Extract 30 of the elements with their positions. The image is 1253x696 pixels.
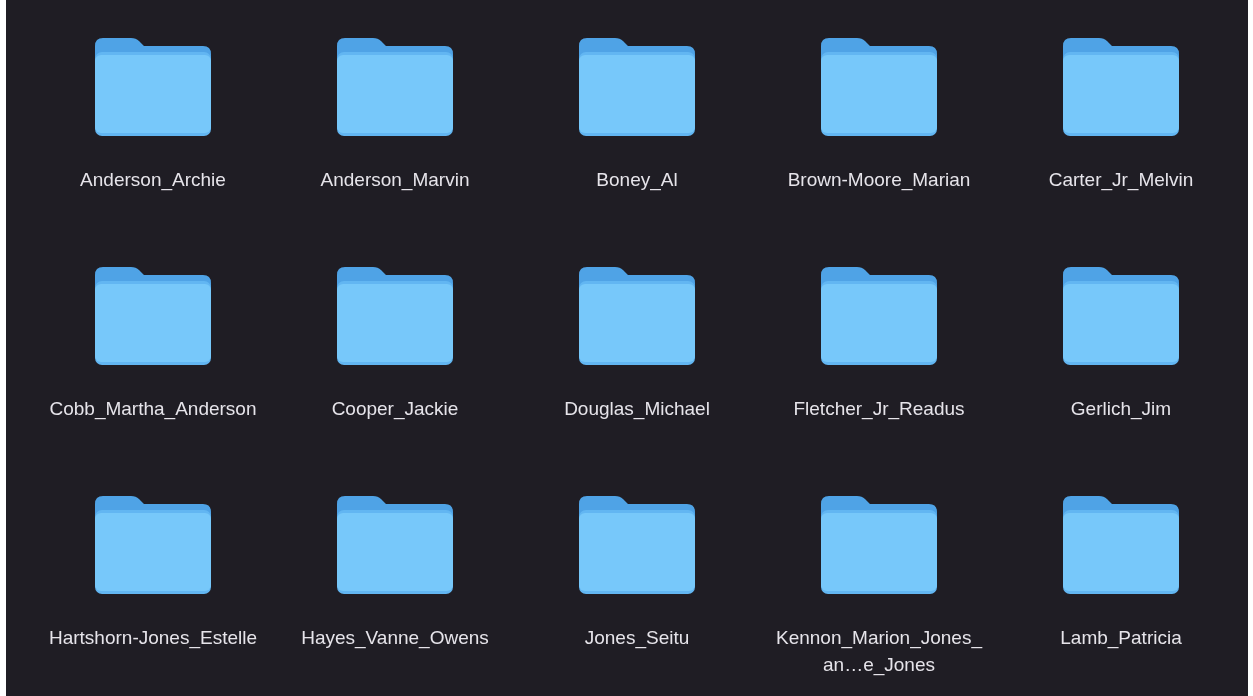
folder-icon[interactable] [579, 267, 695, 365]
folder-icon[interactable] [579, 38, 695, 136]
folder-name[interactable]: Carter_Jr_Melvin [1015, 166, 1227, 193]
folder-name[interactable]: Douglas_Michael [531, 395, 743, 422]
folder-icon[interactable] [95, 38, 211, 136]
folder-icon[interactable] [337, 267, 453, 365]
folder-icon[interactable] [337, 496, 453, 594]
folder-name[interactable]: Anderson_Archie [47, 166, 259, 193]
folder-name[interactable]: Gerlich_Jim [1015, 395, 1227, 422]
folder-name[interactable]: Fletcher_Jr_Readus [773, 395, 985, 422]
folder-icon[interactable] [1063, 496, 1179, 594]
folder-name[interactable]: Jones_Seitu [531, 624, 743, 651]
folder-name[interactable]: Kennon_Marion_Jones_an…e_Jones [773, 624, 985, 678]
folder-icon[interactable] [821, 496, 937, 594]
folder-name[interactable]: Hayes_Vanne_Owens [289, 624, 501, 651]
folder-icon[interactable] [95, 267, 211, 365]
folder-icon[interactable] [337, 38, 453, 136]
folder-icon[interactable] [1063, 38, 1179, 136]
folder-name[interactable]: Cobb_Martha_Anderson [47, 395, 259, 422]
folder-icon[interactable] [821, 38, 937, 136]
folder-icon[interactable] [821, 267, 937, 365]
folder-name[interactable]: Hartshorn-Jones_Estelle [47, 624, 259, 651]
folder-name[interactable]: Anderson_Marvin [289, 166, 501, 193]
folder-name[interactable]: Cooper_Jackie [289, 395, 501, 422]
folder-icon[interactable] [95, 496, 211, 594]
folder-name[interactable]: Brown-Moore_Marian [773, 166, 985, 193]
folder-name[interactable]: Lamb_Patricia [1015, 624, 1227, 651]
folder-name[interactable]: Boney_Al [531, 166, 743, 193]
folder-icon[interactable] [579, 496, 695, 594]
folder-icon[interactable] [1063, 267, 1179, 365]
